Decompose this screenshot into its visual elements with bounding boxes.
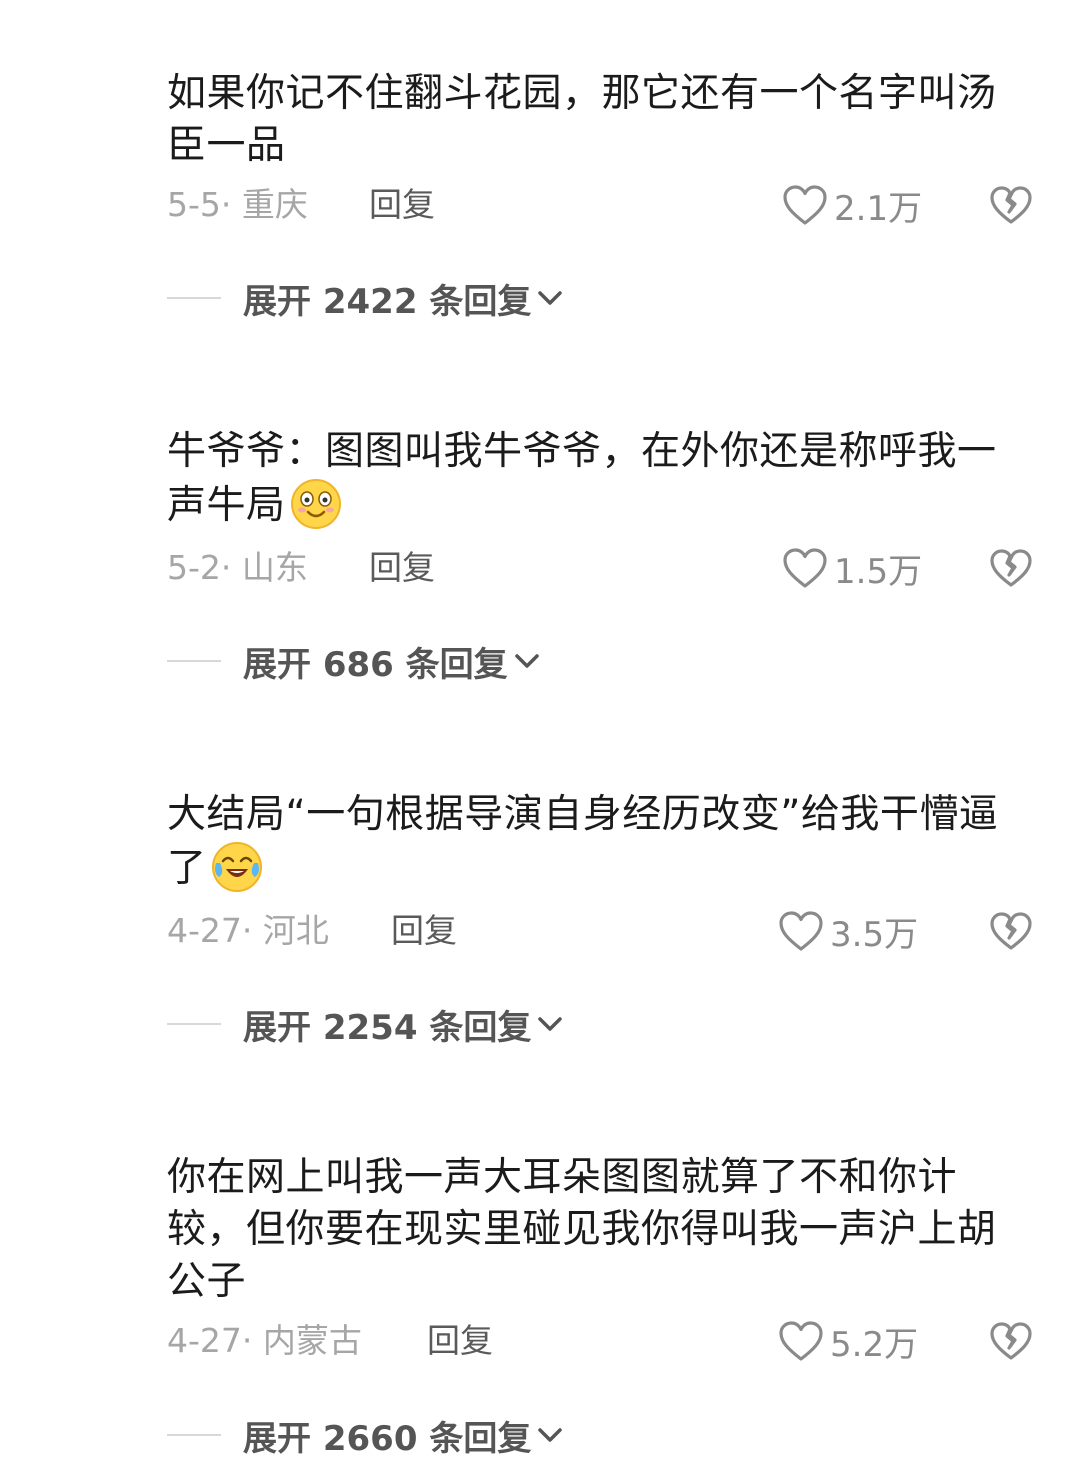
comment-text: 大结局“一句根据导演自身经历改变”给我干懵逼了 (167, 792, 999, 893)
comment-date: 5-5 (167, 185, 221, 224)
comment-text: 你在网上叫我一声大耳朵图图就算了不和你计较，但你要在现实里碰见我你得叫我一声沪上… (167, 1155, 997, 1304)
comment-text: 牛爷爷：图图叫我牛爷爷，在外你还是称呼我一声牛局 (167, 429, 997, 530)
like-count: 3.5万 (830, 914, 919, 955)
comment-meta: 5-2· 山东 (167, 548, 308, 587)
divider-line (167, 660, 221, 662)
expand-replies-label: 展开 2254 条回复 (243, 1007, 532, 1048)
smile-emoji-icon (290, 478, 342, 530)
dislike-button[interactable] (988, 906, 1034, 956)
chevron-down-icon (538, 1017, 563, 1031)
dislike-button[interactable] (988, 543, 1034, 593)
chevron-down-icon (538, 291, 563, 305)
heart-icon (783, 548, 827, 588)
like-button[interactable]: 2.1万 (782, 180, 922, 230)
divider-line (167, 297, 221, 299)
like-button[interactable]: 1.5万 (782, 543, 922, 593)
expand-replies-button[interactable]: 展开 686 条回复 (167, 636, 540, 686)
comment-location: 内蒙古 (262, 1321, 362, 1360)
expand-replies-label: 展开 686 条回复 (243, 644, 508, 685)
comment-date: 5-2 (167, 548, 221, 587)
expand-replies-button[interactable]: 展开 2422 条回复 (167, 273, 563, 323)
comment-location: 山东 (241, 548, 308, 587)
heart-icon (779, 911, 823, 951)
like-count: 1.5万 (834, 551, 923, 592)
reply-button[interactable]: 回复 (391, 906, 457, 956)
dislike-button[interactable] (988, 1316, 1034, 1366)
comment-date: 4-27 (167, 911, 242, 950)
comment-location: 河北 (262, 911, 329, 950)
broken-heart-icon (990, 1322, 1032, 1360)
dislike-button[interactable] (988, 180, 1034, 230)
chevron-down-icon (538, 1428, 563, 1442)
like-count: 2.1万 (834, 188, 923, 229)
chevron-down-icon (514, 654, 539, 668)
like-button[interactable]: 3.5万 (778, 906, 918, 956)
broken-heart-icon (990, 549, 1032, 587)
expand-replies-label: 展开 2660 条回复 (243, 1418, 532, 1459)
reply-button[interactable]: 回复 (369, 180, 435, 230)
divider-line (167, 1023, 221, 1025)
comment-meta: 4-27· 河北 (167, 911, 329, 950)
broken-heart-icon (990, 186, 1032, 224)
expand-replies-button[interactable]: 展开 2660 条回复 (167, 1410, 563, 1460)
broken-heart-icon (990, 912, 1032, 950)
reply-button[interactable]: 回复 (427, 1316, 493, 1366)
comment-text: 如果你记不住翻斗花园，那它还有一个名字叫汤臣一品 (167, 71, 997, 168)
comment-date: 4-27 (167, 1321, 242, 1360)
like-button[interactable]: 5.2万 (778, 1316, 918, 1366)
like-count: 5.2万 (830, 1324, 919, 1365)
expand-replies-label: 展开 2422 条回复 (243, 281, 532, 322)
reply-button[interactable]: 回复 (369, 543, 435, 593)
heart-icon (783, 185, 827, 225)
expand-replies-button[interactable]: 展开 2254 条回复 (167, 999, 563, 1049)
divider-line (167, 1434, 221, 1436)
heart-icon (779, 1321, 823, 1361)
laugh-cry-emoji-icon (211, 841, 263, 893)
comment-location: 重庆 (241, 185, 308, 224)
comment-meta: 5-5· 重庆 (167, 185, 308, 224)
comment-meta: 4-27· 内蒙古 (167, 1321, 362, 1360)
